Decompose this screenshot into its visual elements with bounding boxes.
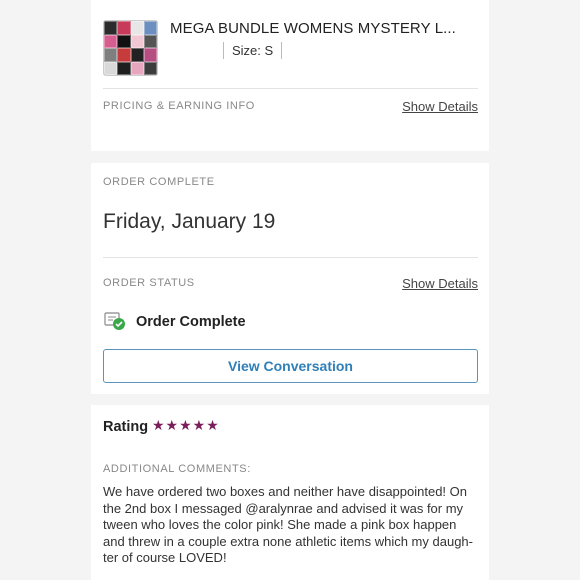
order-status-text: Order Complete	[136, 314, 246, 330]
thumbnail-tile	[130, 34, 144, 48]
rating-stars: ★★★★★	[152, 417, 220, 433]
pricing-show-details-link[interactable]: Show Details	[402, 99, 478, 114]
thumbnail-tile	[117, 34, 131, 48]
thumbnail-tile	[117, 48, 131, 62]
thumbnail-tile	[143, 48, 157, 62]
additional-comments-label: ADDITIONAL COMMENTS:	[103, 463, 251, 475]
order-complete-icon	[104, 312, 125, 330]
thumbnail-tile	[117, 61, 131, 75]
product-thumbnail[interactable]	[103, 20, 158, 76]
thumbnail-tile	[130, 61, 144, 75]
thumbnail-tile	[104, 21, 118, 35]
thumbnail-tile	[104, 61, 118, 75]
rating-label: Rating	[103, 419, 149, 435]
divider	[103, 257, 478, 258]
divider	[103, 88, 478, 89]
rating-panel: Rating ★★★★★ ADDITIONAL COMMENTS: We hav…	[91, 405, 489, 580]
thumbnail-tile	[117, 21, 131, 35]
product-panel: MEGA BUNDLE WOMENS MYSTERY L... Size: S …	[91, 0, 489, 151]
order-status-show-details-link[interactable]: Show Details	[402, 276, 478, 291]
product-title[interactable]: MEGA BUNDLE WOMENS MYSTERY L...	[170, 20, 456, 37]
thumbnail-tile	[130, 21, 144, 35]
thumbnail-tile	[143, 61, 157, 75]
pricing-label: PRICING & EARNING INFO	[103, 100, 255, 112]
thumbnail-tile	[104, 34, 118, 48]
view-conversation-button[interactable]: View Conversation	[103, 349, 478, 383]
thumbnail-tile	[143, 34, 157, 48]
review-comment: We have ordered two boxes and neither ha…	[103, 484, 473, 565]
order-status-label: ORDER STATUS	[103, 277, 195, 289]
product-size: Size: S	[223, 42, 283, 59]
thumbnail-tile	[130, 48, 144, 62]
order-panel: ORDER COMPLETE Friday, January 19 ORDER …	[91, 163, 489, 394]
order-complete-label: ORDER COMPLETE	[103, 176, 215, 188]
thumbnail-tile	[143, 21, 157, 35]
order-date: Friday, January 19	[103, 210, 276, 233]
thumbnail-tile	[104, 48, 118, 62]
